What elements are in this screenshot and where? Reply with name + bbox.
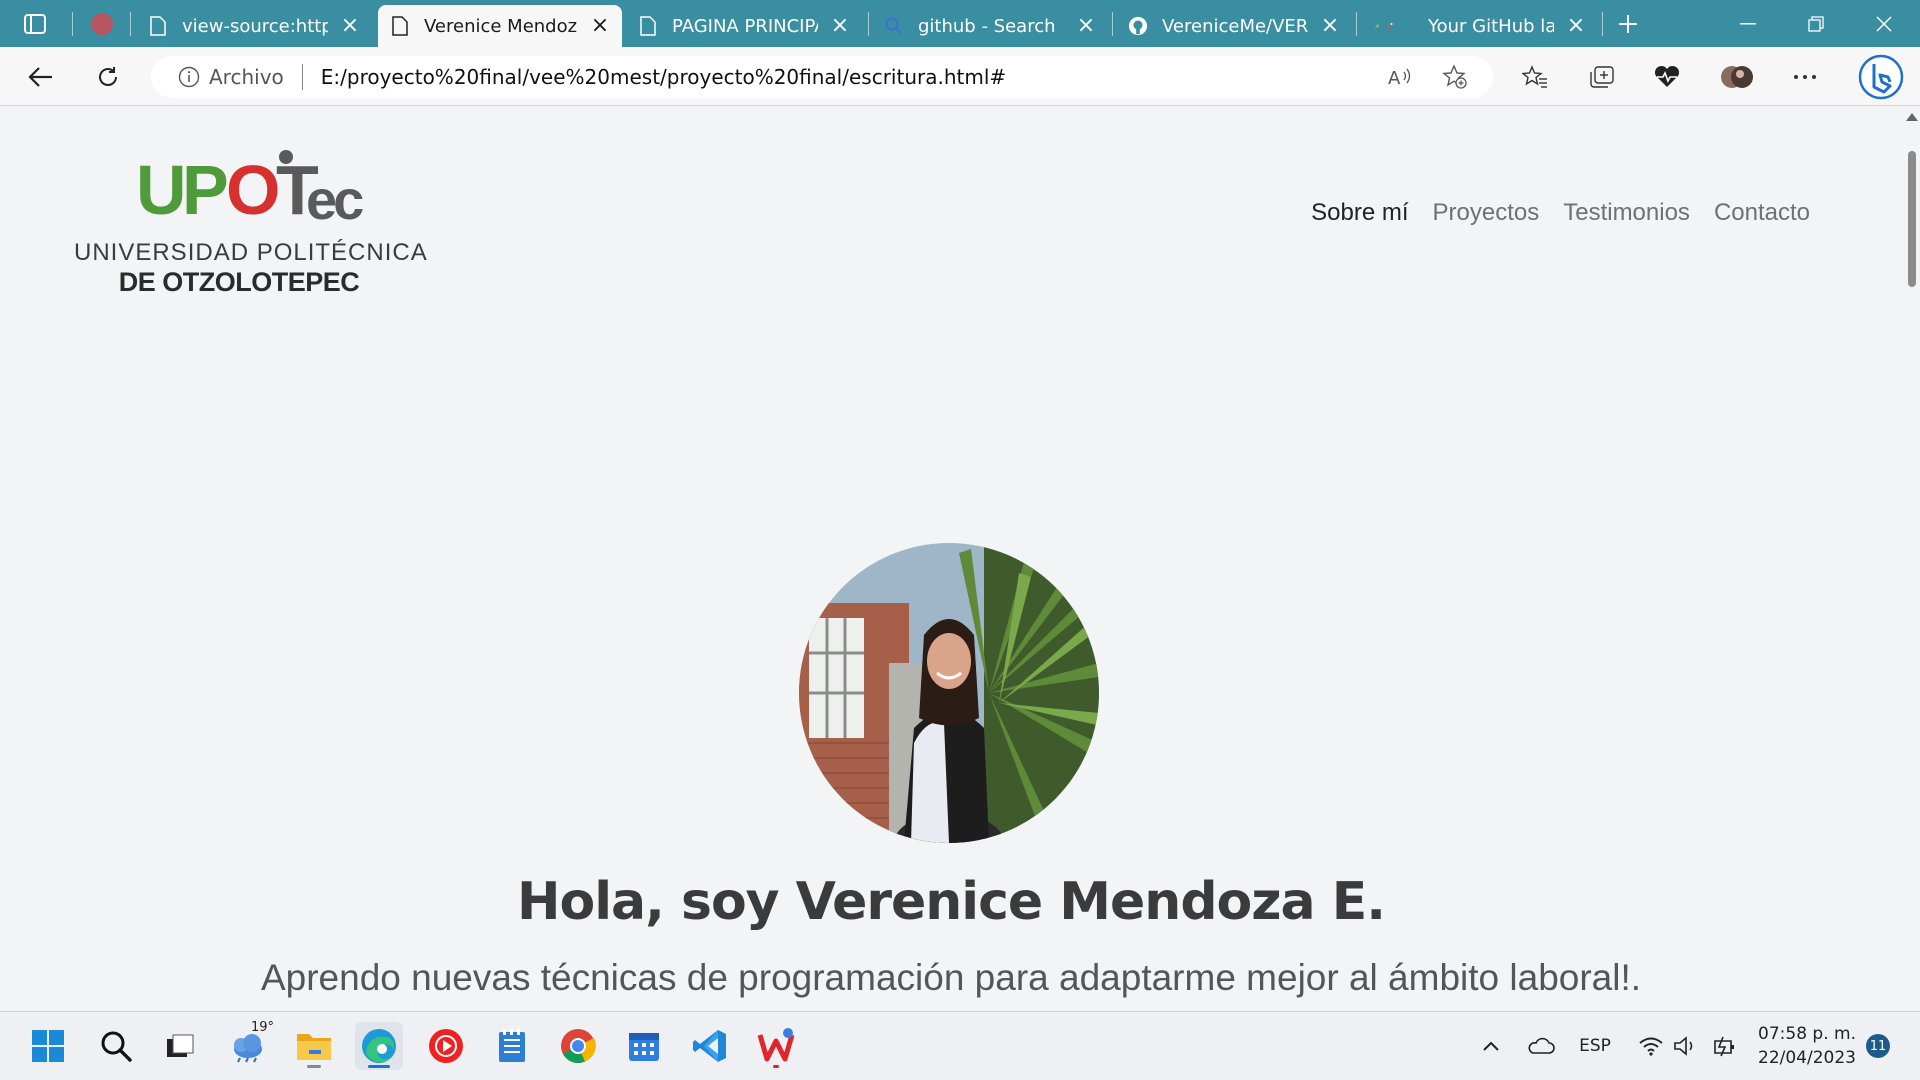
hero-subtitle: Aprendo nuevas técnicas de programación …	[260, 957, 1642, 998]
hero-title: Hola, soy Verenice Mendoza E.	[516, 872, 1386, 932]
tab-verenice-mendoza[interactable]: Verenice Mendoza ×	[378, 5, 622, 47]
tab-github-search[interactable]: github - Search ×	[872, 5, 1108, 47]
search-icon	[884, 16, 904, 36]
battery-charging-icon[interactable]	[1710, 1030, 1740, 1062]
tab-github-launch[interactable]: Your GitHub la ×	[1362, 5, 1598, 47]
nav-link-contacto[interactable]: Contacto	[1714, 199, 1810, 227]
close-tab-icon[interactable]: ×	[1566, 15, 1586, 37]
document-icon	[638, 16, 658, 36]
close-tab-icon[interactable]: ×	[340, 15, 360, 37]
nav-link-sobre-mi[interactable]: Sobre mí	[1311, 199, 1408, 227]
weather-temperature: 19°	[251, 1020, 275, 1035]
web-page: U P O T ec UNIVERSIDAD POLITÉCNICA DE OT…	[0, 107, 1902, 1011]
svg-text:A: A	[1388, 68, 1401, 88]
start-icon[interactable]	[24, 1022, 72, 1070]
edge-browser-icon[interactable]	[355, 1022, 403, 1070]
address-bar[interactable]: Archivo E:/proyecto%20final/vee%20mest/p…	[151, 56, 1493, 98]
add-favorite-icon[interactable]	[1438, 61, 1472, 93]
tab-title: PAGINA PRINCIPAL	[672, 15, 818, 37]
url-text[interactable]: E:/proyecto%20final/vee%20mest/proyecto%…	[321, 65, 1006, 89]
language-indicator[interactable]: ESP	[1576, 1030, 1614, 1062]
info-icon[interactable]	[177, 65, 201, 89]
close-tab-icon[interactable]: ×	[830, 15, 850, 37]
back-icon[interactable]	[19, 55, 63, 99]
wifi-icon[interactable]	[1636, 1030, 1666, 1062]
browser-toolbar: Archivo E:/proyecto%20final/vee%20mest/p…	[0, 47, 1920, 106]
more-options-icon[interactable]	[1783, 55, 1827, 99]
clock-date: 22/04/2023	[1758, 1048, 1856, 1068]
vscode-icon[interactable]	[686, 1022, 734, 1070]
close-tab-icon[interactable]: ×	[1076, 15, 1096, 37]
profile-avatar[interactable]	[1715, 55, 1759, 99]
tab-pagina-principal[interactable]: PAGINA PRINCIPAL ×	[626, 5, 862, 47]
scroll-thumb[interactable]	[1908, 151, 1916, 287]
calendar-icon[interactable]	[620, 1022, 668, 1070]
show-hidden-icons-icon[interactable]	[1478, 1030, 1504, 1062]
close-tab-icon[interactable]: ×	[1320, 15, 1340, 37]
tab-title: github - Search	[918, 15, 1056, 37]
tab-title: Verenice Mendoza	[424, 15, 578, 37]
profile-workspace-icon[interactable]	[84, 8, 120, 40]
youtube-music-icon[interactable]	[422, 1022, 470, 1070]
clock-time: 07:58 p. m.	[1758, 1024, 1856, 1044]
browser-essentials-icon[interactable]	[1645, 55, 1689, 99]
minimize-icon[interactable]	[1714, 0, 1782, 47]
nav-link-proyectos[interactable]: Proyectos	[1433, 199, 1540, 227]
close-tab-icon[interactable]: ×	[590, 15, 610, 37]
read-aloud-icon[interactable]: A	[1384, 61, 1418, 93]
collections-icon[interactable]	[1580, 55, 1624, 99]
chrome-icon[interactable]	[554, 1022, 602, 1070]
tab-github-repo[interactable]: VereniceMe/VEREN ×	[1116, 5, 1352, 47]
taskbar-clock[interactable]: 07:58 p. m. 22/04/2023	[1752, 1022, 1862, 1070]
rocket-icon	[1374, 16, 1394, 36]
search-icon[interactable]	[92, 1022, 140, 1070]
profile-photo	[799, 543, 1099, 843]
upotec-logo[interactable]: U P O T ec UNIVERSIDAD POLITÉCNICA DE OT…	[74, 147, 428, 297]
notification-badge[interactable]: 11	[1866, 1034, 1890, 1058]
windows-taskbar: 19° ESP 07:58 p. m. 22/04/2023 11	[0, 1011, 1920, 1080]
bing-chat-icon[interactable]	[1856, 54, 1906, 100]
logo-location: DE OTZOLOTEPEC	[118, 267, 360, 297]
restore-icon[interactable]	[1782, 0, 1850, 47]
document-icon	[148, 16, 168, 36]
tab-title: view-source:https:/	[182, 15, 328, 37]
main-nav: Sobre mí Proyectos Testimonios Contacto	[1311, 199, 1810, 227]
security-label: Archivo	[209, 65, 284, 89]
favorites-icon[interactable]	[1513, 55, 1557, 99]
tab-title: VereniceMe/VEREN	[1162, 15, 1308, 37]
tab-strip: view-source:https:/ × Verenice Mendoza ×…	[0, 0, 1920, 47]
task-view-icon[interactable]	[156, 1022, 204, 1070]
logo-university-name: UNIVERSIDAD POLITÉCNICA	[74, 239, 428, 266]
nav-link-testimonios[interactable]: Testimonios	[1563, 199, 1690, 227]
tab-actions-icon[interactable]	[17, 8, 53, 40]
notepad-icon[interactable]	[488, 1022, 536, 1070]
volume-icon[interactable]	[1670, 1030, 1700, 1062]
tab-title: Your GitHub la	[1428, 15, 1554, 37]
onedrive-icon[interactable]	[1524, 1030, 1558, 1062]
page-scrollbar[interactable]	[1902, 107, 1920, 1011]
scroll-up-icon[interactable]	[1906, 113, 1918, 121]
file-explorer-icon[interactable]	[290, 1022, 338, 1070]
wps-office-icon[interactable]	[752, 1022, 800, 1070]
document-icon	[390, 16, 410, 36]
logo-dot-icon	[279, 150, 293, 164]
close-window-icon[interactable]	[1850, 0, 1918, 47]
tab-view-source[interactable]: view-source:https:/ ×	[136, 5, 372, 47]
new-tab-icon[interactable]	[1610, 8, 1646, 40]
github-icon	[1128, 16, 1148, 36]
refresh-icon[interactable]	[86, 55, 130, 99]
weather-widget[interactable]: 19°	[224, 1020, 275, 1070]
